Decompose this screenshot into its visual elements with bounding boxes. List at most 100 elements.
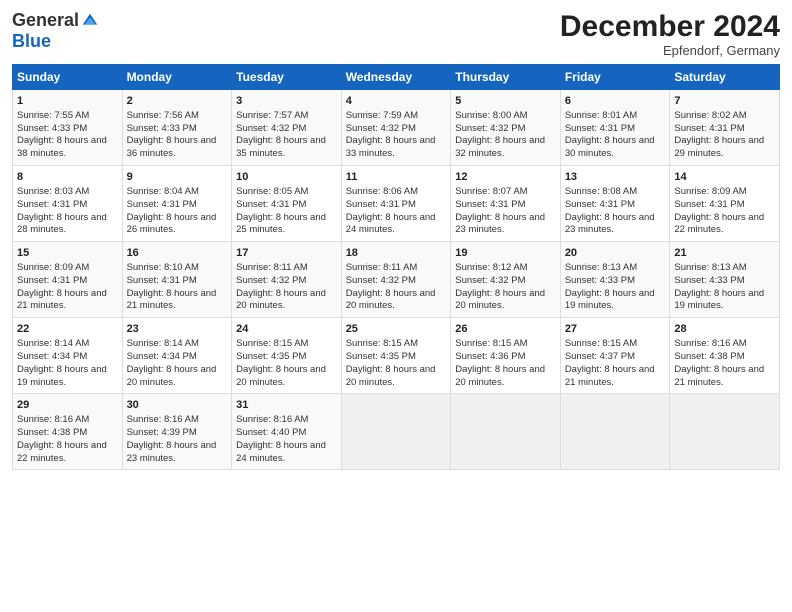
sunset-text: Sunset: 4:35 PM [236, 351, 306, 362]
day-number: 4 [346, 94, 447, 109]
sunrise-text: Sunrise: 8:10 AM [127, 262, 199, 273]
day-number: 10 [236, 170, 337, 185]
sunset-text: Sunset: 4:31 PM [565, 199, 635, 210]
sunset-text: Sunset: 4:31 PM [674, 123, 744, 134]
calendar-table: Sunday Monday Tuesday Wednesday Thursday… [12, 64, 780, 470]
daylight-text: Daylight: 8 hours and 20 minutes. [127, 364, 217, 388]
calendar-cell: 31Sunrise: 8:16 AMSunset: 4:40 PMDayligh… [232, 394, 342, 470]
day-number: 26 [455, 322, 556, 337]
sunset-text: Sunset: 4:35 PM [346, 351, 416, 362]
daylight-text: Daylight: 8 hours and 35 minutes. [236, 135, 326, 159]
day-number: 2 [127, 94, 228, 109]
sunset-text: Sunset: 4:32 PM [346, 275, 416, 286]
col-monday: Monday [122, 65, 232, 90]
sunset-text: Sunset: 4:31 PM [565, 123, 635, 134]
sunrise-text: Sunrise: 7:57 AM [236, 110, 308, 121]
sunrise-text: Sunrise: 8:05 AM [236, 186, 308, 197]
day-number: 6 [565, 94, 666, 109]
sunrise-text: Sunrise: 8:11 AM [346, 262, 418, 273]
day-number: 25 [346, 322, 447, 337]
sunrise-text: Sunrise: 7:59 AM [346, 110, 418, 121]
col-saturday: Saturday [670, 65, 780, 90]
sunset-text: Sunset: 4:31 PM [17, 275, 87, 286]
sunrise-text: Sunrise: 8:01 AM [565, 110, 637, 121]
sunrise-text: Sunrise: 8:13 AM [674, 262, 746, 273]
sunrise-text: Sunrise: 8:15 AM [236, 338, 308, 349]
calendar-cell [560, 394, 670, 470]
day-number: 27 [565, 322, 666, 337]
calendar-cell: 2Sunrise: 7:56 AMSunset: 4:33 PMDaylight… [122, 90, 232, 166]
title-block: December 2024 Epfendorf, Germany [560, 10, 780, 58]
calendar-cell: 25Sunrise: 8:15 AMSunset: 4:35 PMDayligh… [341, 318, 451, 394]
sunrise-text: Sunrise: 8:16 AM [127, 414, 199, 425]
logo-blue-text: Blue [12, 31, 51, 52]
day-number: 8 [17, 170, 118, 185]
daylight-text: Daylight: 8 hours and 23 minutes. [455, 212, 545, 236]
sunset-text: Sunset: 4:31 PM [455, 199, 525, 210]
calendar-cell: 30Sunrise: 8:16 AMSunset: 4:39 PMDayligh… [122, 394, 232, 470]
day-number: 16 [127, 246, 228, 261]
sunset-text: Sunset: 4:33 PM [565, 275, 635, 286]
calendar-cell: 23Sunrise: 8:14 AM Sunset: 4:34 PM Dayligh… [122, 318, 232, 394]
sunset-text: Sunset: 4:38 PM [674, 351, 744, 362]
daylight-text: Daylight: 8 hours and 26 minutes. [127, 212, 217, 236]
sunrise-text: Sunrise: 8:14 AM [17, 338, 89, 349]
day-number: 29 [17, 398, 118, 413]
sunset-text: Sunset: 4:34 PM [127, 351, 197, 362]
sunrise-text: Sunrise: 8:14 AM [127, 338, 199, 349]
sunrise-text: Sunrise: 8:16 AM [236, 414, 308, 425]
header: General Blue December 2024 Epfendorf, Ge… [12, 10, 780, 58]
daylight-text: Daylight: 8 hours and 19 minutes. [674, 288, 764, 312]
day-number: 28 [674, 322, 775, 337]
daylight-text: Daylight: 8 hours and 21 minutes. [17, 288, 107, 312]
day-number: 23 [127, 322, 228, 337]
sunset-text: Sunset: 4:33 PM [17, 123, 87, 134]
calendar-cell: 7Sunrise: 8:02 AMSunset: 4:31 PMDaylight… [670, 90, 780, 166]
daylight-text: Daylight: 8 hours and 20 minutes. [236, 288, 326, 312]
day-number: 3 [236, 94, 337, 109]
calendar-cell: 18Sunrise: 8:11 AMSunset: 4:32 PMDayligh… [341, 242, 451, 318]
calendar-cell [451, 394, 561, 470]
sunrise-text: Sunrise: 8:12 AM [455, 262, 527, 273]
calendar-cell: 26Sunrise: 8:15 AMSunset: 4:36 PMDayligh… [451, 318, 561, 394]
calendar-cell: 21Sunrise: 8:13 AM Sunset: 4:33 PM Dayligh… [670, 242, 780, 318]
location: Epfendorf, Germany [560, 43, 780, 58]
sunset-text: Sunset: 4:36 PM [455, 351, 525, 362]
calendar-cell: 12Sunrise: 8:07 AMSunset: 4:31 PMDayligh… [451, 166, 561, 242]
calendar-cell: 5Sunrise: 8:00 AMSunset: 4:32 PMDaylight… [451, 90, 561, 166]
sunset-text: Sunset: 4:33 PM [674, 275, 744, 286]
sunset-text: Sunset: 4:31 PM [17, 199, 87, 210]
calendar-cell [341, 394, 451, 470]
daylight-text: Daylight: 8 hours and 22 minutes. [17, 440, 107, 464]
sunset-text: Sunset: 4:37 PM [565, 351, 635, 362]
calendar-cell: 11Sunrise: 8:06 AMSunset: 4:31 PMDayligh… [341, 166, 451, 242]
calendar-cell: 19Sunrise: 8:12 AMSunset: 4:32 PMDayligh… [451, 242, 561, 318]
calendar-cell: 6Sunrise: 8:01 AMSunset: 4:31 PMDaylight… [560, 90, 670, 166]
sunset-text: Sunset: 4:31 PM [674, 199, 744, 210]
calendar-week-5: 29Sunrise: 8:16 AMSunset: 4:38 PMDayligh… [13, 394, 780, 470]
daylight-text: Daylight: 8 hours and 23 minutes. [127, 440, 217, 464]
daylight-text: Daylight: 8 hours and 20 minutes. [346, 288, 436, 312]
day-number: 21 [674, 246, 775, 261]
sunrise-text: Sunrise: 8:07 AM [455, 186, 527, 197]
day-number: 5 [455, 94, 556, 109]
sunrise-text: Sunrise: 8:08 AM [565, 186, 637, 197]
day-number: 11 [346, 170, 447, 185]
day-number: 15 [17, 246, 118, 261]
calendar-cell: 24Sunrise: 8:15 AMSunset: 4:35 PMDayligh… [232, 318, 342, 394]
col-wednesday: Wednesday [341, 65, 451, 90]
calendar-week-3: 15Sunrise: 8:09 AMSunset: 4:31 PMDayligh… [13, 242, 780, 318]
daylight-text: Daylight: 8 hours and 20 minutes. [455, 288, 545, 312]
sunset-text: Sunset: 4:32 PM [236, 123, 306, 134]
sunset-text: Sunset: 4:40 PM [236, 427, 306, 438]
sunrise-text: Sunrise: 8:15 AM [455, 338, 527, 349]
calendar-cell: 29Sunrise: 8:16 AMSunset: 4:38 PMDayligh… [13, 394, 123, 470]
sunset-text: Sunset: 4:31 PM [346, 199, 416, 210]
calendar-cell: 27Sunrise: 8:15 AMSunset: 4:37 PMDayligh… [560, 318, 670, 394]
daylight-text: Daylight: 8 hours and 21 minutes. [674, 364, 764, 388]
col-tuesday: Tuesday [232, 65, 342, 90]
calendar-body: 1Sunrise: 7:55 AMSunset: 4:33 PMDaylight… [13, 90, 780, 470]
calendar-cell: 8Sunrise: 8:03 AMSunset: 4:31 PMDaylight… [13, 166, 123, 242]
sunset-text: Sunset: 4:31 PM [127, 199, 197, 210]
daylight-text: Daylight: 8 hours and 32 minutes. [455, 135, 545, 159]
